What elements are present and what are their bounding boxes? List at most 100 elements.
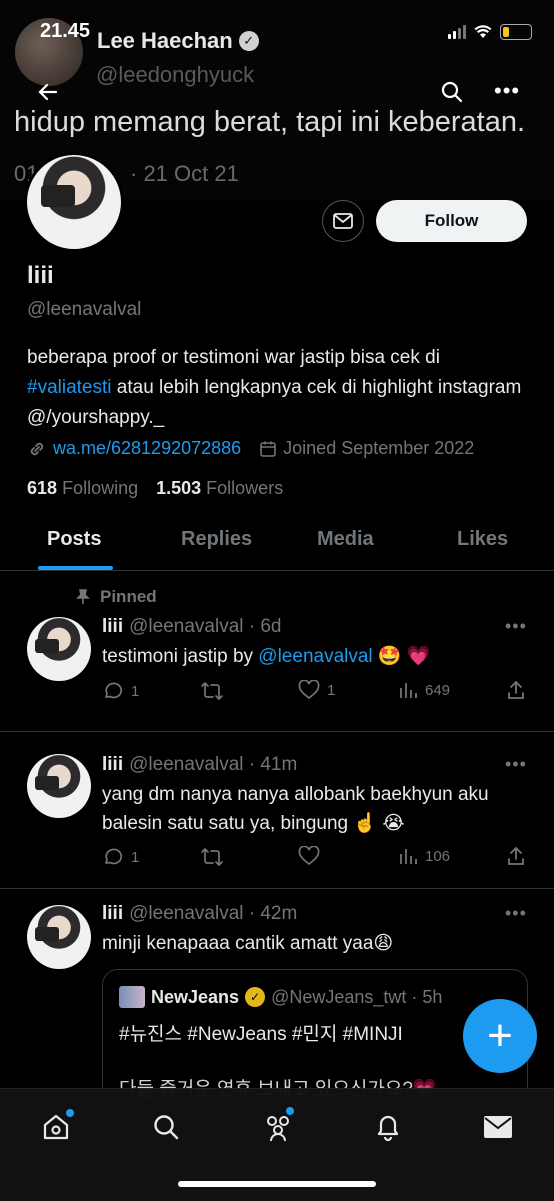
search-icon xyxy=(441,81,463,103)
message-button[interactable] xyxy=(322,200,364,242)
share-button[interactable] xyxy=(506,846,526,866)
views-button[interactable]: 649 xyxy=(398,680,450,700)
signal-icon xyxy=(448,25,466,39)
views-button[interactable]: 106 xyxy=(398,846,450,866)
share-icon xyxy=(508,846,524,865)
reply-icon xyxy=(105,848,123,865)
nav-home[interactable] xyxy=(36,1107,76,1147)
nav-notifications[interactable] xyxy=(368,1107,408,1147)
post-author[interactable]: liii xyxy=(102,903,123,924)
nav-messages[interactable] xyxy=(478,1107,518,1147)
home-indicator xyxy=(178,1181,376,1187)
share-button[interactable] xyxy=(506,680,526,700)
post-more-button[interactable]: ••• xyxy=(505,616,527,637)
banner-date: · 21 Oct 21 xyxy=(130,161,239,186)
repost-icon xyxy=(201,682,223,700)
post-pinned[interactable]: Pinned liii @leenavalval · 6d ••• testimo… xyxy=(0,571,554,732)
profile-avatar[interactable] xyxy=(24,152,124,252)
post-text: minji kenapaaa cantik amatt yaa😩 xyxy=(102,933,394,954)
like-button[interactable] xyxy=(298,846,327,866)
following-stat[interactable]: 618 Following xyxy=(27,478,138,499)
post-author[interactable]: liii xyxy=(102,616,123,637)
tab-replies[interactable]: Replies xyxy=(181,528,252,551)
post-avatar[interactable] xyxy=(27,905,91,969)
repost-button[interactable] xyxy=(200,846,231,868)
quote-text: #뉴진스 #NewJeans #민지 #MINJI xyxy=(119,1024,403,1045)
views-count: 106 xyxy=(425,847,451,865)
share-icon xyxy=(508,680,524,699)
tab-posts[interactable]: Posts xyxy=(47,528,101,551)
banner-name-text: Lee Haechan xyxy=(97,28,233,53)
pinned-label: Pinned xyxy=(76,587,157,607)
envelope-icon xyxy=(484,1116,512,1138)
reply-count: 1 xyxy=(131,682,140,700)
following-count: 618 xyxy=(27,478,58,498)
post-author[interactable]: liii xyxy=(102,754,123,775)
pin-icon xyxy=(76,589,90,604)
reply-button[interactable]: 1 xyxy=(102,680,139,702)
reply-count: 1 xyxy=(131,848,140,866)
repost-icon xyxy=(201,848,223,866)
post-mention[interactable]: @leenavalval xyxy=(258,646,372,667)
battery-icon xyxy=(500,24,532,40)
display-name: liii xyxy=(27,262,54,289)
quote-avatar xyxy=(119,986,145,1008)
post-header: liii @leenavalval · 6d xyxy=(102,616,282,638)
quote-header: NewJeans ✓ @NewJeans_twt · 5h xyxy=(119,986,442,1008)
follow-button[interactable]: Follow xyxy=(376,200,527,242)
followers-count: 1.503 xyxy=(156,478,202,498)
post-meta: @leenavalval · 6d xyxy=(129,616,282,637)
search-icon xyxy=(154,1115,179,1140)
heart-icon xyxy=(298,846,320,866)
more-button[interactable]: ••• xyxy=(494,78,520,104)
quote-meta: @NewJeans_twt · 5h xyxy=(271,986,443,1007)
back-button[interactable] xyxy=(36,80,60,111)
verified-gold-icon: ✓ xyxy=(245,987,266,1007)
post-actions: 1 1 649 xyxy=(102,680,532,704)
post-avatar[interactable] xyxy=(27,754,91,818)
reply-icon xyxy=(105,682,123,699)
post-more-button[interactable]: ••• xyxy=(505,754,527,775)
communities-icon xyxy=(267,1116,289,1142)
post-actions: 1 106 xyxy=(102,846,532,870)
like-count: 1 xyxy=(327,681,336,699)
follow-stats: 618 Following 1.503 Followers xyxy=(27,478,283,499)
compose-button[interactable]: + xyxy=(463,999,537,1073)
like-button[interactable]: 1 xyxy=(298,680,335,700)
profile-link[interactable]: wa.me/6281292072886 xyxy=(53,438,241,459)
profile-handle: @leenavalval xyxy=(27,299,142,320)
post[interactable]: liii @leenavalval · 41m ••• yang dm nanya… xyxy=(0,732,554,889)
heart-icon xyxy=(298,680,320,700)
tab-media[interactable]: Media xyxy=(317,528,374,551)
repost-button[interactable] xyxy=(200,680,231,702)
link-icon xyxy=(30,442,44,455)
calendar-icon xyxy=(260,441,276,457)
verified-icon: ✓ xyxy=(238,31,259,51)
profile-tabs: Posts Replies Media Likes xyxy=(0,518,554,571)
post-meta: @leenavalval · 42m xyxy=(129,903,298,924)
bio-hashtag[interactable]: #valiatesti xyxy=(27,377,112,398)
bar-chart-icon xyxy=(400,849,417,864)
nav-communities[interactable] xyxy=(258,1107,298,1147)
post-text-2: 🤩 💗 xyxy=(372,646,431,667)
post-meta: @leenavalval · 41m xyxy=(129,754,298,775)
tab-likes[interactable]: Likes xyxy=(457,528,508,551)
post-avatar[interactable] xyxy=(27,617,91,681)
bell-icon xyxy=(377,1115,399,1142)
search-button[interactable] xyxy=(440,80,464,109)
followers-stat[interactable]: 1.503 Followers xyxy=(156,478,283,499)
post-header: liii @leenavalval · 42m xyxy=(102,903,297,925)
banner-handle: @leedonghyuck xyxy=(96,62,255,87)
post-more-button[interactable]: ••• xyxy=(505,903,527,924)
banner-quote: hidup memang berat, tapi ini keberatan. xyxy=(14,106,526,138)
profile-meta: wa.me/6281292072886 Joined September 202… xyxy=(27,438,474,459)
post-text-1: testimoni jastip by xyxy=(102,646,259,667)
status-icons xyxy=(448,24,532,40)
active-tab-indicator xyxy=(38,566,113,570)
bio-text-1: beberapa proof or testimoni war jastip b… xyxy=(27,347,440,368)
home-icon xyxy=(43,1114,69,1140)
reply-button[interactable]: 1 xyxy=(102,846,139,868)
quote-author: NewJeans xyxy=(151,986,240,1007)
pinned-text: Pinned xyxy=(100,587,157,606)
nav-search[interactable] xyxy=(146,1107,186,1147)
